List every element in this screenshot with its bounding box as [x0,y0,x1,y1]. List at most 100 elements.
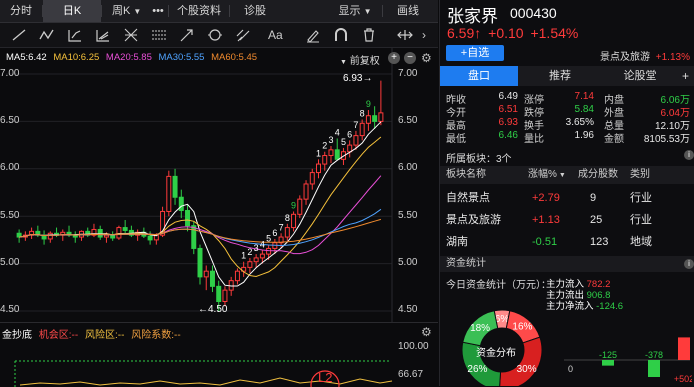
gann-icon[interactable] [122,26,140,44]
candle[interactable] [328,146,334,164]
fibonacci-icon[interactable] [66,26,84,44]
pie-slice-label: 26% [467,364,487,375]
candle[interactable] [128,225,134,238]
period-tab-bar: 分时 日K 周K ▼ ••• 个股资料 诊股 显示 ▼ 画线 [0,0,438,23]
settings-gear-icon[interactable]: ⚙ [421,51,432,65]
arrow-line-icon[interactable] [178,26,196,44]
block-row[interactable]: 湖南 -0.51 123 地域 [440,232,694,252]
chevron-right-icon[interactable]: › [422,26,436,44]
candle[interactable] [234,268,240,285]
trash-icon[interactable] [360,26,378,44]
block-row[interactable]: 景点及旅游 +1.13 25 行业 [440,210,694,230]
magnet-icon[interactable] [332,26,350,44]
draw-line-button[interactable]: 画线 [383,0,433,22]
stat-value: 3.65% [565,117,594,128]
kline-chart[interactable]: 123456789123456789 MA5:6.42 MA10:6.25 MA… [0,48,438,322]
fund-flow-bar[interactable] [648,360,660,378]
info-icon[interactable]: i [684,150,694,160]
candle[interactable] [247,257,253,274]
candle[interactable] [85,227,91,238]
fund-flow-bar[interactable] [602,360,614,366]
add-watchlist-button[interactable]: +自选 [446,45,504,61]
tab-fenshi[interactable]: 分时 [0,0,42,22]
wave-line-icon[interactable] [38,26,56,44]
candle[interactable] [203,265,209,291]
col-pct[interactable]: 涨幅% ▼ [528,166,566,185]
count-mark: 8 [360,109,365,119]
candle[interactable] [309,168,315,190]
candle[interactable] [16,229,22,243]
ma10-label: MA10:6.25 [53,52,100,63]
candle[interactable] [297,195,303,219]
candle[interactable] [209,265,215,293]
candle[interactable] [359,119,365,141]
candle[interactable] [378,80,384,126]
candle[interactable] [91,223,97,238]
candle[interactable] [122,219,128,234]
line-segment-icon[interactable] [10,26,28,44]
pie-slice-label: 16% [512,322,532,333]
col-block-name: 板块名称 [446,169,486,180]
candle[interactable] [334,138,340,160]
text-tool-icon[interactable]: Aa [268,26,290,44]
zoom-in-icon[interactable]: + [388,52,400,64]
candle[interactable] [284,223,290,241]
candle[interactable] [72,231,78,243]
adjust-dropdown[interactable]: ▼ 前复权 [340,52,380,67]
candle[interactable] [135,229,141,241]
subtab-recommend[interactable]: 推荐 [520,66,600,86]
block-type: 行业 [630,192,652,204]
parallel-lines-icon[interactable] [234,26,252,44]
candle[interactable] [110,231,116,241]
fund-flow-bar[interactable] [678,337,690,360]
sector-tag[interactable]: 景点及旅游 +1.13% [600,48,690,63]
candle[interactable] [365,110,371,131]
candle[interactable] [147,231,153,245]
tab-stock-profile[interactable]: 个股资料 [169,0,229,22]
candle[interactable] [291,211,297,232]
count-mark: 2 [322,141,327,151]
candle[interactable] [29,227,35,239]
candle[interactable] [372,106,378,129]
display-menu[interactable]: 显示 ▼ [330,0,380,22]
candle[interactable] [197,244,203,285]
count-mark: 6 [347,129,352,139]
quote-subtabs: 盘口 推荐 论股堂 + [440,66,694,86]
candle[interactable] [41,230,47,245]
candle[interactable] [172,168,178,205]
stat-label: 金额 [604,134,624,145]
grid-lines-icon[interactable] [150,26,168,44]
candle[interactable] [116,225,122,240]
zoom-out-icon[interactable]: − [404,52,416,64]
subtab-pankou[interactable]: 盘口 [440,66,518,86]
tab-daily-k[interactable]: 日K [43,0,101,22]
candle[interactable] [191,221,197,255]
candle[interactable] [303,180,309,205]
candle[interactable] [253,254,259,268]
candle[interactable] [166,170,172,217]
chevron-down-icon: ▼ [363,7,372,16]
info-icon[interactable]: i [684,259,694,269]
candle[interactable] [97,225,103,240]
move-horizontal-icon[interactable] [396,26,414,44]
candle[interactable] [322,151,328,171]
count-mark: 9 [291,200,296,210]
subtab-forum[interactable]: 论股堂 [600,66,680,86]
candle[interactable] [78,230,84,241]
add-tab-icon[interactable]: + [682,66,694,86]
stock-code: 000430 [510,5,557,21]
ma20-label: MA20:5.85 [105,52,152,63]
channel-icon[interactable] [94,26,112,44]
candle[interactable] [47,231,53,243]
pen-icon[interactable] [304,26,322,44]
candle[interactable] [178,189,184,219]
tab-stock-diagnosis[interactable]: 诊股 [230,0,280,22]
more-tabs-button[interactable]: ••• [148,0,168,22]
candle[interactable] [347,140,353,158]
y-tick-left: 7.00 [0,68,20,79]
price-line: 6.59↑ +0.10 +1.54% [447,25,578,41]
candle[interactable] [316,159,322,179]
block-row[interactable]: 自然景点 +2.79 9 行业 [440,188,694,208]
fund-flow-bar-label: -125 [599,350,617,360]
circle-tool-icon[interactable] [206,26,224,44]
